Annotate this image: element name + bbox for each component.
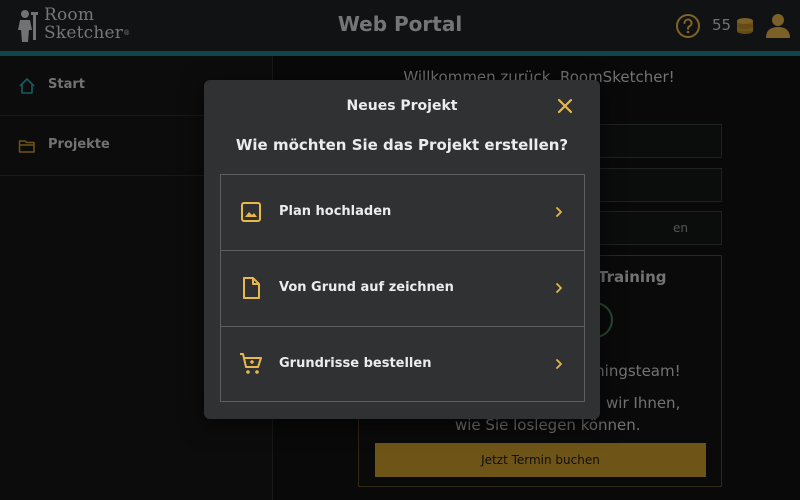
option-label: Grundrisse bestellen (279, 356, 432, 371)
chevron-right-icon (556, 207, 562, 217)
option-draw-from-scratch[interactable]: Von Grund auf zeichnen (221, 250, 584, 325)
option-order-floorplans[interactable]: Grundrisse bestellen (221, 326, 584, 401)
document-icon (243, 277, 260, 299)
close-icon[interactable] (556, 97, 574, 115)
image-icon (241, 202, 261, 222)
option-upload-plan[interactable]: Plan hochladen (221, 175, 584, 250)
chevron-right-icon (556, 359, 562, 369)
create-options-list: Plan hochladen Von Grund auf zeichnen Gr… (220, 174, 585, 402)
dialog-title: Neues Projekt (346, 98, 458, 114)
dialog-question: Wie möchten Sie das Projekt erstellen? (235, 136, 569, 154)
cart-icon (240, 353, 262, 374)
option-label: Plan hochladen (279, 204, 392, 219)
option-label: Von Grund auf zeichnen (279, 280, 454, 295)
new-project-dialog: Neues Projekt Wie möchten Sie das Projek… (204, 80, 600, 419)
chevron-right-icon (556, 283, 562, 293)
